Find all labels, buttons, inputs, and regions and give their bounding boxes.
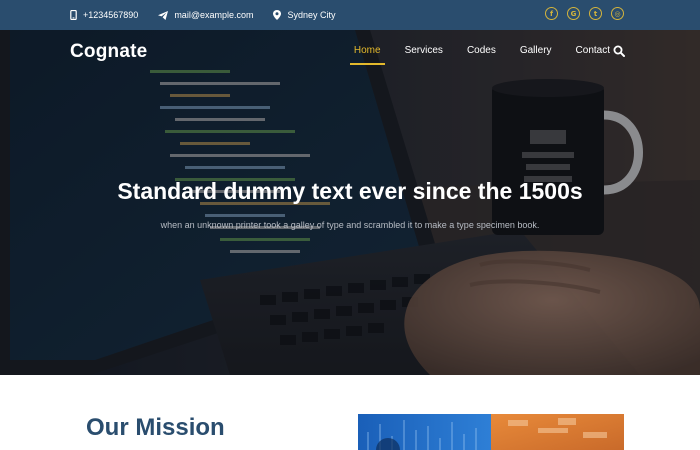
phone-icon <box>70 10 77 20</box>
nav-services[interactable]: Services <box>401 43 447 65</box>
google-plus-icon[interactable]: G <box>567 7 580 20</box>
location-text: Sydney City <box>287 10 336 20</box>
mission-image <box>358 414 624 450</box>
twitter-icon[interactable]: t <box>589 7 602 20</box>
top-contact-bar: +1234567890 mail@example.com Sydney City… <box>0 0 700 30</box>
social-links: f G t ◎ <box>545 7 624 20</box>
email-contact[interactable]: mail@example.com <box>158 10 253 20</box>
site-logo[interactable]: Cognate <box>70 41 147 63</box>
map-pin-icon <box>273 10 282 20</box>
phone-contact[interactable]: +1234567890 <box>70 10 138 20</box>
paper-plane-icon <box>158 10 169 20</box>
dribbble-icon[interactable]: ◎ <box>611 7 624 20</box>
hero-banner: Cognate Home Services Codes Gallery Cont… <box>0 30 700 375</box>
nav-gallery[interactable]: Gallery <box>516 43 556 65</box>
nav-codes[interactable]: Codes <box>463 43 500 65</box>
main-navbar: Cognate Home Services Codes Gallery Cont… <box>0 30 700 76</box>
email-address: mail@example.com <box>174 10 254 20</box>
phone-number: +1234567890 <box>83 10 139 20</box>
search-icon[interactable] <box>613 44 625 57</box>
hero-subtitle: when an unknown printer took a galley of… <box>160 220 540 230</box>
main-menu: Home Services Codes Gallery Contact <box>349 43 614 65</box>
location-contact[interactable]: Sydney City <box>273 10 336 20</box>
nav-contact[interactable]: Contact <box>572 43 614 65</box>
hero-title: Standard dummy text ever since the 1500s <box>117 178 583 204</box>
nav-home[interactable]: Home <box>349 43 385 65</box>
facebook-icon[interactable]: f <box>545 7 558 20</box>
mission-heading: Our Mission <box>86 414 225 441</box>
